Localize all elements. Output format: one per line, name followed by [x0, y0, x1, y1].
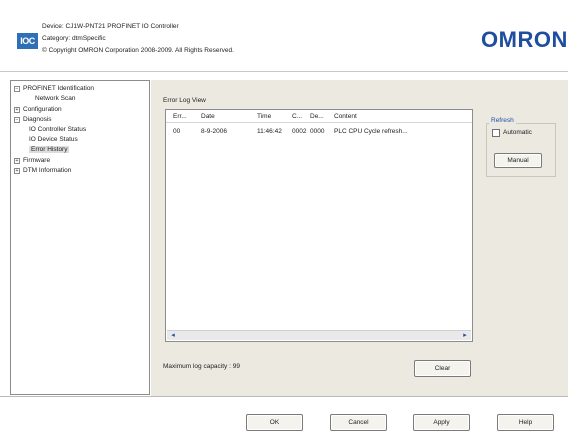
- device-line: Device: CJ1W-PNT21 PROFINET IO Controlle…: [42, 23, 179, 30]
- error-log-view-title: Error Log View: [163, 97, 206, 104]
- device-value: CJ1W-PNT21 PROFINET IO Controller: [65, 23, 179, 30]
- automatic-checkbox[interactable]: [492, 129, 500, 137]
- clear-button[interactable]: Clear: [414, 360, 471, 377]
- tree-item-configuration[interactable]: + Configuration: [14, 106, 62, 113]
- column-header-error[interactable]: Err...: [173, 113, 187, 120]
- cell-content: PLC CPU Cycle refresh...: [334, 128, 408, 135]
- tree-item-label: Error History: [29, 146, 70, 153]
- category-value: dtmSpecific: [72, 35, 106, 42]
- copyright-text: © Copyright OMRON Corporation 2008-2009.…: [42, 47, 234, 54]
- tree-item-error-history[interactable]: Error History: [29, 146, 70, 153]
- cell-error: 00: [173, 128, 181, 135]
- column-header-detail[interactable]: De...: [310, 113, 324, 120]
- category-label: Category:: [42, 35, 71, 42]
- tree-item-label: Firmware: [23, 157, 51, 164]
- horizontal-scrollbar[interactable]: ◂ ▸: [167, 330, 471, 340]
- column-header-time[interactable]: Time: [257, 113, 271, 120]
- expand-icon[interactable]: +: [14, 168, 20, 174]
- tree-item-io-controller-status[interactable]: IO Controller Status: [29, 126, 86, 133]
- tree-item-label: DTM Information: [23, 167, 72, 174]
- header: IOC Device: CJ1W-PNT21 PROFINET IO Contr…: [0, 0, 568, 72]
- automatic-label: Automatic: [503, 129, 532, 136]
- apply-button[interactable]: Apply: [413, 414, 470, 431]
- tree-item-io-device-status[interactable]: IO Device Status: [29, 136, 78, 143]
- cell-date: 8-9-2006: [201, 128, 228, 135]
- tree-item-diagnosis[interactable]: − Diagnosis: [14, 116, 52, 123]
- footer: OK Cancel Apply Help: [0, 396, 568, 440]
- device-label: Device:: [42, 23, 64, 30]
- tree-item-label: Configuration: [23, 106, 62, 113]
- ok-button[interactable]: OK: [246, 414, 303, 431]
- refresh-group-title: Refresh: [489, 117, 516, 124]
- table-header: Err... Date Time C... De... Content: [166, 110, 472, 123]
- max-log-capacity: Maximum log capacity : 99: [163, 363, 240, 370]
- expand-icon[interactable]: +: [14, 158, 20, 164]
- column-header-code[interactable]: C...: [292, 113, 302, 120]
- tree-item-profinet-identification[interactable]: − PROFINET Identification: [14, 85, 94, 92]
- ioc-logo: IOC: [17, 33, 38, 49]
- cancel-button[interactable]: Cancel: [330, 414, 387, 431]
- tree-item-firmware[interactable]: + Firmware: [14, 157, 50, 164]
- tree-item-network-scan[interactable]: Network Scan: [35, 95, 75, 102]
- tree-item-label: IO Device Status: [29, 136, 78, 143]
- scroll-left-icon[interactable]: ◂: [168, 332, 178, 340]
- omron-logo: OMRON: [481, 27, 568, 52]
- expand-icon[interactable]: +: [14, 107, 20, 113]
- column-header-date[interactable]: Date: [201, 113, 215, 120]
- tree-item-label: Diagnosis: [23, 116, 52, 123]
- main-panel: Error Log View Err... Date Time C... De.…: [151, 80, 568, 396]
- help-button[interactable]: Help: [497, 414, 554, 431]
- tree-item-label: Network Scan: [35, 95, 76, 102]
- error-log-table[interactable]: Err... Date Time C... De... Content 00 8…: [165, 109, 473, 342]
- cell-time: 11:46:42: [257, 128, 282, 135]
- tree-item-label: PROFINET Identification: [23, 85, 95, 92]
- category-line: Category: dtmSpecific: [42, 35, 106, 42]
- collapse-icon[interactable]: −: [14, 117, 20, 123]
- navigation-tree: − PROFINET Identification Network Scan + C…: [10, 80, 150, 395]
- column-header-content[interactable]: Content: [334, 113, 357, 120]
- tree-item-label: IO Controller Status: [29, 126, 87, 133]
- scroll-right-icon[interactable]: ▸: [460, 332, 470, 340]
- collapse-icon[interactable]: −: [14, 86, 20, 92]
- cell-code: 0002: [292, 128, 307, 135]
- tree-item-dtm-information[interactable]: + DTM Information: [14, 167, 71, 174]
- manual-button[interactable]: Manual: [494, 153, 542, 168]
- cell-detail: 0000: [310, 128, 325, 135]
